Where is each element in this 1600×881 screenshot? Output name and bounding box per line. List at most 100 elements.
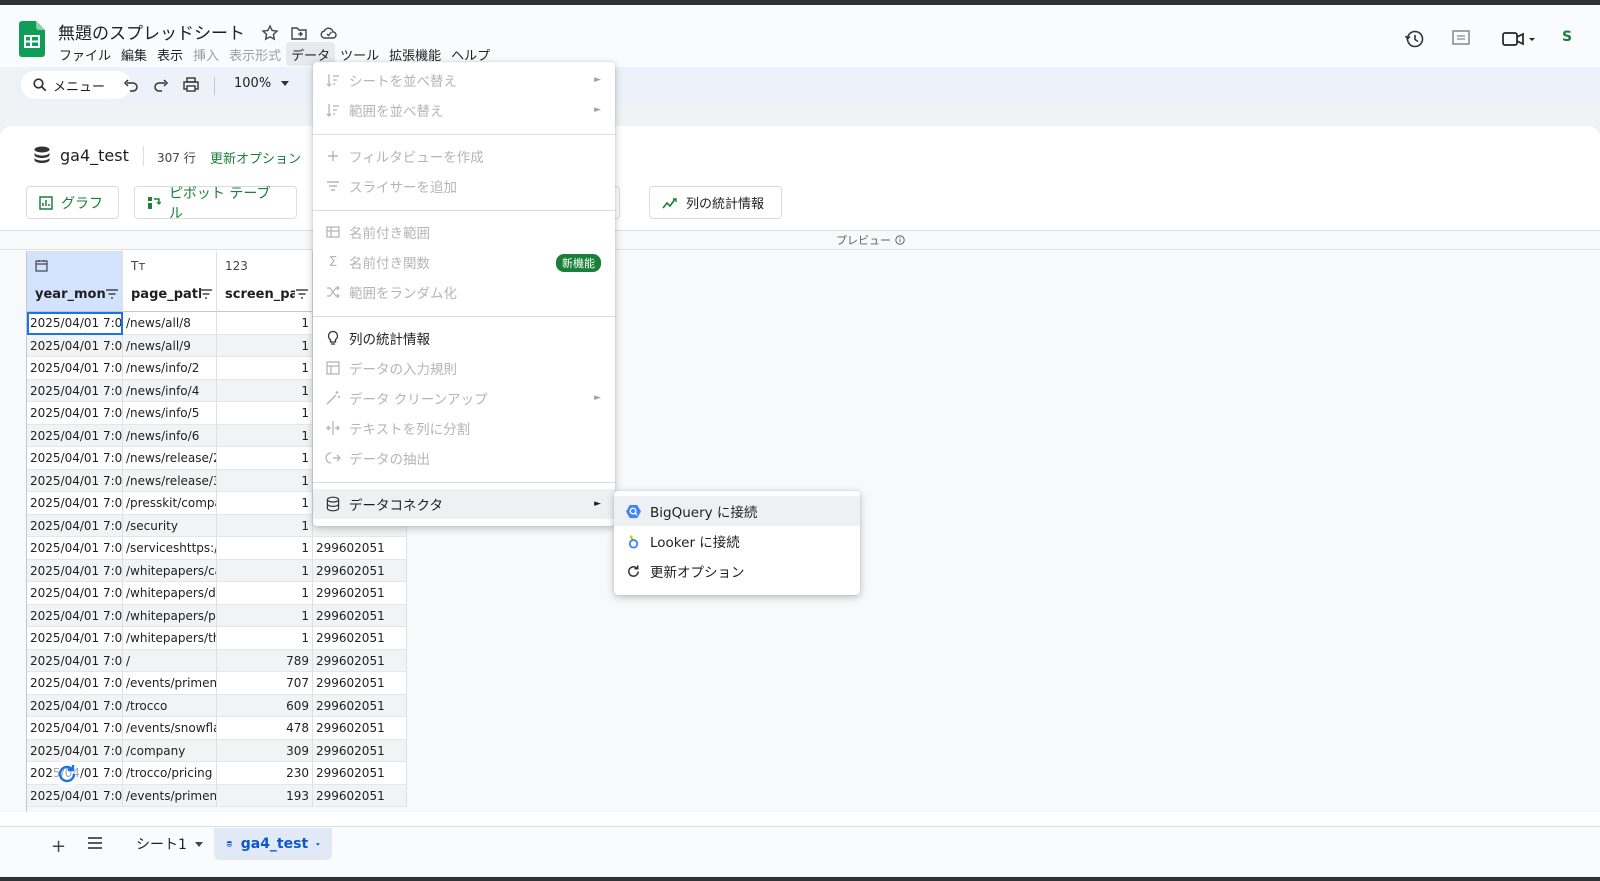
table-cell[interactable]: /whitepapers/ca: [123, 559, 217, 582]
table-cell[interactable]: 299602051: [313, 694, 407, 717]
menu-insert[interactable]: 挿入: [188, 42, 224, 66]
comments-icon[interactable]: [1450, 29, 1472, 49]
table-cell[interactable]: 2025/04/01 7:00: [27, 424, 123, 447]
table-cell[interactable]: 2025/04/01 7:00: [27, 559, 123, 582]
table-cell[interactable]: 1: [217, 559, 313, 582]
filter-icon[interactable]: [106, 289, 118, 299]
table-cell[interactable]: 2025/04/01 7:00: [27, 492, 123, 515]
table-cell[interactable]: 2025/04/01 7:00: [27, 447, 123, 470]
table-cell[interactable]: /news/release/2: [123, 447, 217, 470]
table-cell[interactable]: /whitepapers/dc: [123, 582, 217, 605]
table-cell[interactable]: /events/primenu: [123, 784, 217, 807]
sheets-logo-icon[interactable]: [19, 21, 45, 57]
filter-icon[interactable]: [296, 289, 308, 299]
table-cell[interactable]: 1: [217, 424, 313, 447]
menu-item-connect-looker[interactable]: Looker に接続: [614, 526, 860, 556]
menu-item-create-filter-view[interactable]: フィルタビューを作成: [313, 141, 615, 171]
table-cell[interactable]: /presskit/compa: [123, 492, 217, 515]
menu-item-named-ranges[interactable]: 名前付き範囲: [313, 217, 615, 247]
menu-item-sort-sheet[interactable]: シートを並べ替え ►: [313, 65, 615, 95]
table-cell[interactable]: /serviceshttps://: [123, 537, 217, 560]
table-cell[interactable]: 2025/04/01 7:00: [27, 514, 123, 537]
add-sheet-icon[interactable]: +: [51, 836, 66, 857]
chevron-down-icon[interactable]: [194, 841, 203, 847]
table-cell[interactable]: 299602051: [313, 762, 407, 785]
menu-item-named-functions[interactable]: Σ 名前付き関数 新機能: [313, 247, 615, 277]
table-cell[interactable]: 299602051: [313, 717, 407, 740]
column-header-page-path[interactable]: Tт page_path: [123, 251, 217, 312]
table-cell[interactable]: 309: [217, 739, 313, 762]
version-history-icon[interactable]: [1404, 29, 1426, 49]
table-cell[interactable]: 2025/04/01 7:00: [27, 312, 123, 335]
meet-icon[interactable]: [1500, 29, 1540, 49]
table-cell[interactable]: 2025/04/01 7:00: [27, 717, 123, 740]
table-cell[interactable]: 1: [217, 447, 313, 470]
table-cell[interactable]: 707: [217, 672, 313, 695]
sheet-tab-ga4-test[interactable]: ga4_test: [214, 828, 332, 860]
table-cell[interactable]: 1: [217, 379, 313, 402]
table-cell[interactable]: 478: [217, 717, 313, 740]
table-cell[interactable]: 2025/04/01 7:00: [27, 649, 123, 672]
table-cell[interactable]: 789: [217, 649, 313, 672]
table-cell[interactable]: 2025/04/01 7:00: [27, 604, 123, 627]
refresh-icon[interactable]: [53, 760, 81, 788]
table-cell[interactable]: 299602051: [313, 582, 407, 605]
redo-icon[interactable]: [152, 76, 170, 94]
table-cell[interactable]: 1: [217, 514, 313, 537]
share-button-partial[interactable]: S: [1562, 29, 1572, 49]
table-cell[interactable]: /news/info/6: [123, 424, 217, 447]
table-cell[interactable]: 1: [217, 334, 313, 357]
menu-item-data-extract[interactable]: データの抽出: [313, 443, 615, 473]
table-cell[interactable]: /whitepapers/pa: [123, 604, 217, 627]
table-cell[interactable]: 609: [217, 694, 313, 717]
table-cell[interactable]: 1: [217, 312, 313, 335]
menu-search-box[interactable]: メニュー: [21, 71, 131, 99]
star-icon[interactable]: [261, 24, 279, 42]
table-cell[interactable]: 1: [217, 402, 313, 425]
menu-item-data-validation[interactable]: データの入力規則: [313, 353, 615, 383]
menu-item-data-cleanup[interactable]: データ クリーンアップ ►: [313, 383, 615, 413]
table-cell[interactable]: /security: [123, 514, 217, 537]
table-cell[interactable]: /news/info/5: [123, 402, 217, 425]
menu-item-add-slicer[interactable]: スライサーを追加: [313, 171, 615, 201]
table-cell[interactable]: /news/release/3: [123, 469, 217, 492]
table-cell[interactable]: 1: [217, 604, 313, 627]
table-cell[interactable]: /whitepapers/th: [123, 627, 217, 650]
table-cell[interactable]: 1: [217, 627, 313, 650]
table-cell[interactable]: 2025/04/01 7:00: [27, 402, 123, 425]
document-title[interactable]: 無題のスプレッドシート: [58, 19, 245, 44]
table-cell[interactable]: /events/primenu: [123, 672, 217, 695]
menu-item-refresh-options[interactable]: 更新オプション: [614, 556, 860, 586]
chevron-down-icon[interactable]: [316, 842, 320, 847]
column-stats-button[interactable]: 列の統計情報: [649, 186, 782, 219]
table-cell[interactable]: 299602051: [313, 649, 407, 672]
menu-item-data-connectors[interactable]: データコネクタ ►: [313, 489, 615, 519]
table-cell[interactable]: 2025/04/01 7:00: [27, 357, 123, 380]
table-cell[interactable]: 2025/04/01 7:00: [27, 672, 123, 695]
table-cell[interactable]: 2025/04/01 7:00: [27, 694, 123, 717]
table-cell[interactable]: 1: [217, 492, 313, 515]
menu-item-sort-range[interactable]: 範囲を並べ替え ►: [313, 95, 615, 125]
table-cell[interactable]: /news/info/4: [123, 379, 217, 402]
table-cell[interactable]: /company: [123, 739, 217, 762]
table-cell[interactable]: 299602051: [313, 627, 407, 650]
sheet-tab-sheet1[interactable]: シート1: [124, 828, 215, 860]
table-cell[interactable]: 2025/04/01 7:00: [27, 379, 123, 402]
table-cell[interactable]: 299602051: [313, 559, 407, 582]
column-header-year-month[interactable]: year_mont: [27, 251, 123, 312]
table-cell[interactable]: /trocco: [123, 694, 217, 717]
menu-item-column-stats[interactable]: 列の統計情報: [313, 323, 615, 353]
refresh-options-link[interactable]: 更新オプション: [210, 148, 301, 167]
table-cell[interactable]: 2025/04/01 7:00: [27, 469, 123, 492]
filter-icon[interactable]: [200, 289, 212, 299]
table-cell[interactable]: 2025/04/01 7:00: [27, 537, 123, 560]
menu-file[interactable]: ファイル: [54, 42, 116, 66]
all-sheets-icon[interactable]: [88, 837, 102, 849]
menu-item-split-text[interactable]: テキストを列に分割: [313, 413, 615, 443]
table-cell[interactable]: /news/all/8: [123, 312, 217, 335]
table-cell[interactable]: /events/snowfla: [123, 717, 217, 740]
undo-icon[interactable]: [122, 76, 140, 94]
table-cell[interactable]: 2025/04/01 7:00: [27, 627, 123, 650]
chart-button[interactable]: グラフ: [26, 186, 119, 219]
table-cell[interactable]: 2025/04/01 7:00: [27, 582, 123, 605]
